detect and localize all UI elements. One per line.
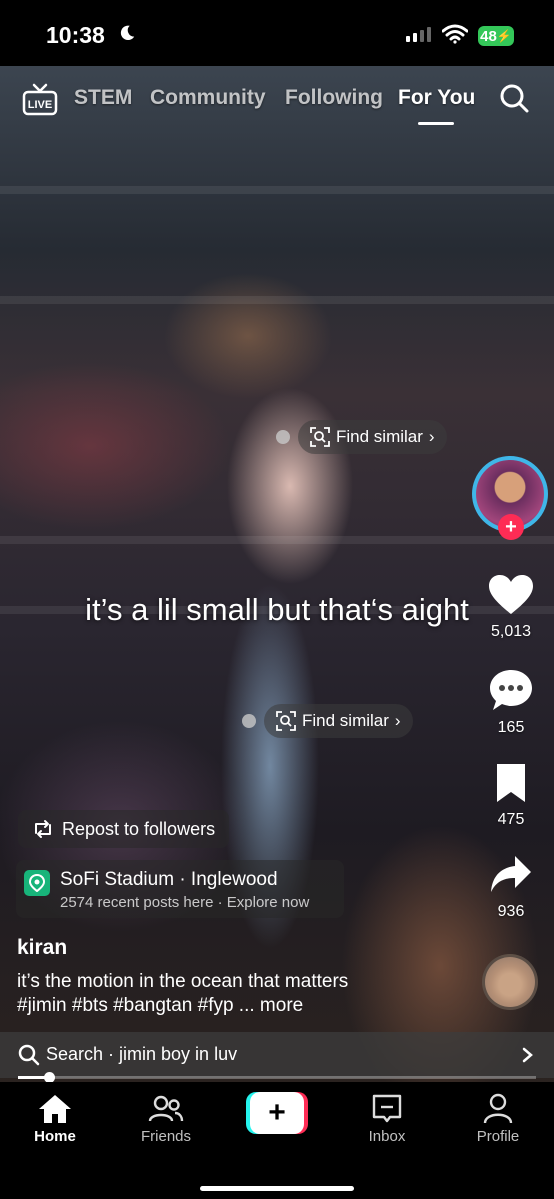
follow-button[interactable]: + — [498, 514, 524, 540]
repost-label: Repost to followers — [62, 818, 216, 839]
chevron-right-icon — [522, 1047, 533, 1063]
location-subtitle: 2574 recent posts here · Explore now — [60, 894, 310, 911]
battery-level: 48 — [480, 27, 497, 45]
comment-button[interactable]: 165 — [470, 668, 552, 737]
inbox-icon — [372, 1094, 402, 1123]
nav-profile-label: Profile — [476, 1128, 520, 1145]
related-search-bar[interactable]: Search · jimin boy in luv — [0, 1032, 554, 1078]
video-progress-bar[interactable] — [18, 1072, 536, 1083]
location-pin-icon — [24, 870, 50, 896]
wifi-icon — [442, 24, 468, 44]
stadium-ring — [0, 296, 554, 304]
chevron-right-icon: › — [394, 711, 401, 730]
creator-username[interactable]: kiran — [17, 936, 67, 960]
save-button[interactable]: 475 — [470, 762, 552, 829]
find-similar-button[interactable]: Find similar › — [264, 704, 413, 738]
location-card[interactable]: SoFi Stadium · Inglewood 2574 recent pos… — [16, 860, 344, 918]
location-title: SoFi Stadium · Inglewood — [60, 869, 278, 890]
live-label: LIVE — [28, 99, 52, 111]
find-similar-button[interactable]: Find similar › — [298, 420, 447, 454]
top-nav: LIVE STEM Community Following For You — [0, 78, 554, 125]
music-disc[interactable] — [482, 954, 538, 1010]
description-hashtags: #jimin #bts #bangtan #fyp ... more — [17, 995, 304, 1016]
active-tab-indicator — [418, 122, 454, 125]
cellular-signal-icon — [406, 27, 431, 42]
share-arrow-icon — [491, 856, 531, 892]
bottom-nav: Home Friends + Inbox Profile — [0, 1082, 554, 1199]
nav-inbox[interactable]: Inbox — [342, 1090, 432, 1145]
moon-icon — [120, 25, 135, 41]
tab-for-you[interactable]: For You — [398, 86, 475, 110]
share-button[interactable]: 936 — [470, 854, 552, 921]
comment-icon — [490, 670, 532, 710]
battery-indicator: 48 ⚡ — [478, 26, 514, 46]
nav-inbox-label: Inbox — [368, 1128, 406, 1145]
find-similar-label: Find similar — [302, 711, 389, 730]
friends-icon — [148, 1095, 184, 1122]
nav-home-label: Home — [34, 1128, 76, 1145]
visual-search-icon — [310, 427, 330, 447]
home-indicator — [200, 1186, 354, 1191]
repost-to-followers-button[interactable]: Repost to followers — [18, 810, 230, 848]
nav-friends-label: Friends — [140, 1128, 192, 1145]
search-icon — [18, 1044, 40, 1066]
tab-community[interactable]: Community — [150, 86, 266, 110]
plus-icon: + — [268, 1096, 286, 1129]
status-time: 10:38 — [46, 22, 105, 48]
nav-profile[interactable]: Profile — [453, 1090, 543, 1145]
bookmark-icon — [497, 764, 525, 802]
live-icon[interactable]: LIVE — [22, 82, 58, 118]
find-similar-anchor-dot — [242, 714, 256, 728]
profile-icon — [483, 1093, 513, 1124]
tab-following[interactable]: Following — [285, 86, 383, 110]
heart-icon — [489, 575, 533, 614]
creator-avatar[interactable]: + — [472, 456, 548, 540]
description-line: it’s the motion in the ocean that matter… — [17, 971, 349, 992]
status-bar: 10:38 48 ⚡ — [0, 0, 554, 66]
search-icon[interactable] — [498, 82, 530, 114]
video-description[interactable]: it’s the motion in the ocean that matter… — [17, 970, 437, 1018]
chevron-right-icon: › — [428, 427, 435, 446]
charging-bolt-icon: ⚡ — [496, 29, 512, 43]
find-similar-anchor-dot — [276, 430, 290, 444]
related-search-text: Search · jimin boy in luv — [46, 1044, 238, 1064]
visual-search-icon — [276, 711, 296, 731]
comment-count: 165 — [497, 719, 525, 736]
repost-icon — [35, 820, 51, 838]
stadium-ring — [0, 186, 554, 194]
nav-home[interactable]: Home — [10, 1090, 100, 1145]
like-count: 5,013 — [490, 623, 532, 640]
save-count: 475 — [497, 811, 525, 828]
share-count: 936 — [497, 903, 525, 920]
stadium-ring — [0, 536, 554, 544]
like-button[interactable]: 5,013 — [470, 574, 552, 641]
create-button[interactable]: + — [246, 1092, 308, 1134]
nav-friends[interactable]: Friends — [121, 1090, 211, 1145]
tab-stem[interactable]: STEM — [74, 86, 132, 110]
find-similar-label: Find similar — [336, 427, 423, 446]
home-icon — [39, 1095, 71, 1123]
